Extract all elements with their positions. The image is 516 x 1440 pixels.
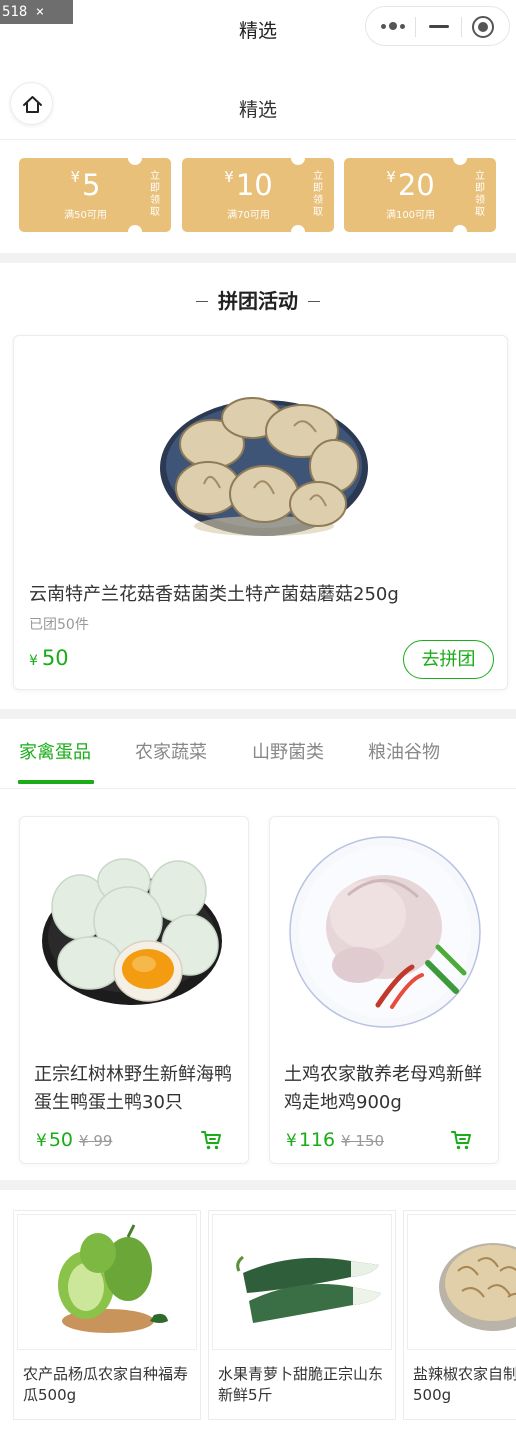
- coupon-claim-button[interactable]: 立即领取: [148, 171, 162, 219]
- duck-egg-product-image: [42, 858, 222, 1005]
- close-target-icon[interactable]: [472, 16, 494, 38]
- coupon-condition: 满50可用: [64, 210, 107, 221]
- page-title: 精选: [238, 99, 277, 121]
- original-price: ¥ 150: [341, 1132, 385, 1150]
- minimize-icon[interactable]: [429, 25, 449, 28]
- chayote-product-image: [58, 1224, 168, 1333]
- original-price: ¥ 99: [79, 1132, 113, 1150]
- product-card[interactable]: 正宗红树林野生新鲜海鸭 蛋生鸭蛋土鸭30只 ¥50 ¥ 99: [19, 816, 249, 1164]
- coupon-card[interactable]: ¥20 满100可用 立即领取: [344, 158, 496, 232]
- tab-farm-vegetables[interactable]: 农家蔬菜: [135, 738, 207, 764]
- recommend-name[interactable]: 农产品杨瓜农家自种福寿瓜500g: [23, 1364, 193, 1406]
- product-price: ¥116 ¥ 150: [286, 1129, 385, 1151]
- group-buy-card[interactable]: 云南特产兰花菇香菇菌类土特产菌菇蘑菇250g 已团50件 ¥50 去拼团: [13, 335, 508, 690]
- coupon-condition: 满70可用: [227, 210, 270, 221]
- recommend-card[interactable]: 水果青萝卜甜脆正宗山东新鲜5斤: [208, 1210, 396, 1420]
- product-name[interactable]: 正宗红树林野生新鲜海鸭 蛋生鸭蛋土鸭30只: [34, 1061, 234, 1117]
- add-to-cart-icon[interactable]: [200, 1129, 222, 1151]
- active-tab-indicator: [18, 780, 94, 784]
- page-header: 精选: [0, 78, 516, 140]
- recommend-card[interactable]: 农产品杨瓜农家自种福寿瓜500g: [13, 1210, 201, 1420]
- capsule-menu: [365, 6, 510, 46]
- tab-grain-oil[interactable]: 粮油谷物: [368, 738, 440, 764]
- section-divider: [0, 253, 516, 263]
- mushroom-product-image: [160, 397, 368, 536]
- product-name[interactable]: 土鸡农家散养老母鸡新鲜 鸡走地鸡900g: [284, 1061, 484, 1117]
- recommend-name[interactable]: 水果青萝卜甜脆正宗山东新鲜5斤: [218, 1364, 388, 1406]
- chicken-product-image: [289, 836, 481, 1028]
- more-icon[interactable]: [381, 19, 407, 33]
- coupon-condition: 满100可用: [385, 210, 436, 221]
- coupon-claim-button[interactable]: 立即领取: [311, 171, 325, 219]
- join-group-button[interactable]: 去拼团: [403, 640, 494, 679]
- coupon-row: ¥5 满50可用 立即领取 ¥10 满70可用 立即领取 ¥20 满100可用 …: [0, 141, 516, 253]
- coupon-card[interactable]: ¥10 满70可用 立即领取: [182, 158, 334, 232]
- product-price: ¥50 ¥ 99: [36, 1129, 113, 1151]
- capsule-divider: [461, 17, 462, 37]
- coupon-amount: 20: [397, 168, 435, 202]
- coupon-amount: 10: [235, 168, 273, 202]
- dried-shrimp-product-image: [439, 1243, 516, 1331]
- recommend-scroll-row[interactable]: 农产品杨瓜农家自种福寿瓜500g 水果青萝卜甜脆正宗山东新鲜5斤 盐辣椒农家自制…: [0, 1195, 516, 1440]
- coupon-currency: ¥: [386, 168, 396, 186]
- group-product-name[interactable]: 云南特产兰花菇香菇菌类土特产菌菇蘑菇250g: [29, 580, 399, 606]
- coupon-card[interactable]: ¥5 满50可用 立即领取: [19, 158, 171, 232]
- coupon-amount: 5: [82, 168, 101, 202]
- recommend-card[interactable]: 盐辣椒农家自制特产500g: [403, 1210, 516, 1420]
- tab-wild-mushrooms[interactable]: 山野菌类: [252, 738, 324, 764]
- section-title: 拼团活动: [0, 285, 516, 314]
- product-card[interactable]: 土鸡农家散养老母鸡新鲜 鸡走地鸡900g ¥116 ¥ 150: [269, 816, 499, 1164]
- tab-poultry-eggs[interactable]: 家禽蛋品: [19, 738, 91, 764]
- radish-product-image: [236, 1255, 381, 1323]
- group-joined-count: 已团50件: [29, 617, 89, 633]
- recommend-name[interactable]: 盐辣椒农家自制特产500g: [413, 1364, 516, 1406]
- category-tabs: 家禽蛋品 农家蔬菜 山野菌类 粮油谷物: [0, 720, 516, 789]
- section-divider: [0, 709, 516, 719]
- title-bar: 精选: [0, 0, 516, 56]
- coupon-currency: ¥: [70, 168, 81, 186]
- section-divider: [0, 1180, 516, 1190]
- add-to-cart-icon[interactable]: [450, 1129, 472, 1151]
- coupon-currency: ¥: [224, 168, 234, 186]
- screenshot-size-badge: 518 × 975: [0, 0, 73, 44]
- capsule-divider: [415, 17, 416, 37]
- coupon-claim-button[interactable]: 立即领取: [473, 171, 487, 219]
- group-product-price: ¥50: [29, 646, 69, 670]
